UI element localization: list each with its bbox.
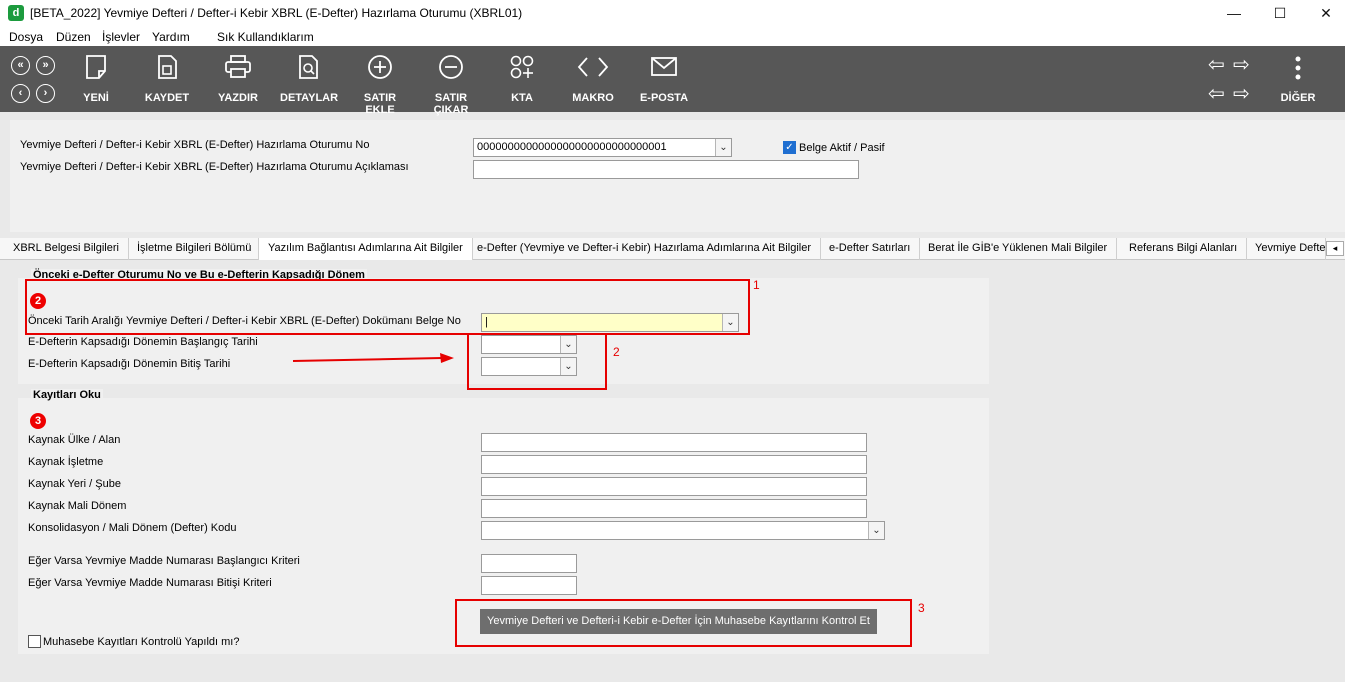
macro-button[interactable]: MAKRO — [566, 46, 620, 112]
annotation-number-3: 3 — [918, 601, 925, 615]
window-title: [BETA_2022] Yevmiye Defteri / Defter-i K… — [30, 6, 523, 20]
other-label: DİĞER — [1280, 92, 1316, 104]
tab-edefter-steps[interactable]: e-Defter (Yevmiye ve Defter-i Kebir) Haz… — [468, 238, 821, 260]
menu-edit[interactable]: Düzen — [56, 30, 91, 44]
new-label: YENİ — [83, 92, 109, 104]
session-desc-label: Yevmiye Defteri / Defter-i Kebir XBRL (E… — [20, 161, 409, 173]
close-button[interactable]: ✕ — [1303, 0, 1345, 26]
session-desc-field[interactable] — [473, 160, 859, 179]
annotation-box-3 — [455, 599, 912, 647]
tab-xbrl-document[interactable]: XBRL Belgesi Bilgileri — [4, 238, 129, 260]
next-page-icon[interactable]: ⇨ — [1233, 84, 1250, 104]
app-icon: d — [8, 5, 24, 21]
kta-label: KTA — [511, 92, 533, 104]
start-date-label: E-Defterin Kapsadığı Dönemin Başlangıç T… — [28, 336, 258, 348]
previous-page-icon[interactable]: ⇦ — [1208, 84, 1225, 104]
tab-edefter-rows[interactable]: e-Defter Satırları — [820, 238, 921, 260]
more-vertical-icon — [1295, 56, 1301, 80]
details-search-icon — [299, 55, 318, 79]
source-country-label: Kaynak Ülke / Alan — [28, 434, 121, 446]
last-page-icon[interactable]: ⇨ — [1233, 55, 1250, 75]
maximize-button[interactable]: ☐ — [1257, 0, 1303, 26]
email-button[interactable]: E-POSTA — [636, 46, 692, 112]
active-label: Belge Aktif / Pasif — [799, 142, 885, 154]
consolidation-code-dropdown-icon[interactable]: ⌄ — [868, 522, 884, 539]
tab-scroll-left-icon[interactable]: ◂ — [1326, 241, 1344, 256]
source-branch-label: Kaynak Yeri / Şube — [28, 478, 121, 490]
tab-reference-fields[interactable]: Referans Bilgi Alanları — [1120, 238, 1248, 260]
menu-file[interactable]: Dosya — [9, 30, 43, 44]
end-date-label: E-Defterin Kapsadığı Dönemin Bitiş Tarih… — [28, 358, 231, 370]
tab-berat-financial[interactable]: Berat İle GİB'e Yüklenen Mali Bilgiler — [919, 238, 1118, 260]
print-button[interactable]: YAZDIR — [214, 46, 262, 112]
end-criteria-label: Eğer Varsa Yevmiye Madde Numarası Bitişi… — [28, 577, 272, 589]
section2-title: Kayıtları Oku — [31, 389, 103, 401]
save-icon — [158, 55, 177, 79]
consolidation-code-label: Konsolidasyon / Mali Dönem (Defter) Kodu — [28, 522, 237, 534]
session-no-label: Yevmiye Defteri / Defter-i Kebir XBRL (E… — [20, 139, 370, 151]
add-row-button[interactable]: SATIR EKLE — [350, 46, 410, 116]
print-label: YAZDIR — [218, 92, 258, 104]
menu-functions[interactable]: İşlevler — [102, 30, 140, 44]
title-bar: d [BETA_2022] Yevmiye Defteri / Defter-i… — [0, 0, 1345, 26]
start-criteria-field[interactable] — [481, 554, 577, 573]
source-period-label: Kaynak Mali Dönem — [28, 500, 127, 512]
code-icon — [577, 57, 609, 77]
tab-software-link[interactable]: Yazılım Bağlantısı Adımlarına Ait Bilgil… — [258, 238, 473, 260]
menu-favorites[interactable]: Sık Kullandıklarım — [217, 30, 314, 44]
start-criteria-label: Eğer Varsa Yevmiye Madde Numarası Başlan… — [28, 555, 300, 567]
save-button[interactable]: KAYDET — [142, 46, 192, 112]
first-record-icon[interactable]: « — [11, 56, 30, 75]
new-document-icon — [86, 55, 106, 79]
add-row-label: SATIR EKLE — [363, 92, 397, 116]
macro-label: MAKRO — [572, 92, 614, 104]
kta-button[interactable]: KTA — [500, 46, 544, 112]
source-country-field[interactable] — [481, 433, 867, 452]
annotation-arrow-icon — [292, 353, 454, 363]
next-record-icon[interactable]: › — [36, 84, 55, 103]
annotation-number-1: 1 — [753, 278, 760, 292]
add-row-icon — [368, 55, 392, 79]
details-label: DETAYLAR — [280, 92, 339, 104]
remove-row-label: SATIR ÇIKAR — [433, 92, 469, 116]
minimize-button[interactable]: — — [1211, 0, 1257, 26]
tab-journal-overflow[interactable]: Yevmiye Defte — [1246, 238, 1326, 260]
email-label: E-POSTA — [639, 92, 689, 104]
printer-icon — [225, 55, 251, 78]
section2-badge: 3 — [30, 413, 46, 429]
remove-row-icon — [439, 55, 463, 79]
remove-row-button[interactable]: SATIR ÇIKAR — [418, 46, 484, 116]
last-record-icon[interactable]: » — [36, 56, 55, 75]
session-no-dropdown-icon[interactable]: ⌄ — [715, 139, 731, 156]
source-company-field[interactable] — [481, 455, 867, 474]
menu-bar: Dosya Düzen İşlevler Yardım Sık Kullandı… — [0, 26, 1345, 46]
kta-icon — [510, 55, 534, 79]
annotation-box-2 — [467, 333, 607, 390]
session-no-value: 0000000000000000000000000000001 — [477, 141, 667, 153]
source-company-label: Kaynak İşletme — [28, 456, 104, 468]
tab-company-info[interactable]: İşletme Bilgileri Bölümü — [128, 238, 262, 260]
mail-icon — [651, 57, 677, 76]
menu-help[interactable]: Yardım — [152, 30, 190, 44]
tab-bar: XBRL Belgesi Bilgileri İşletme Bilgileri… — [0, 238, 1345, 260]
save-label: KAYDET — [144, 92, 190, 104]
source-period-field[interactable] — [481, 499, 867, 518]
other-button[interactable]: DİĞER — [1278, 46, 1318, 112]
new-button[interactable]: YENİ — [74, 46, 118, 112]
consolidation-code-field[interactable] — [481, 521, 885, 540]
previous-record-icon[interactable]: ‹ — [11, 84, 30, 103]
annotation-number-2: 2 — [613, 345, 620, 359]
end-criteria-field[interactable] — [481, 576, 577, 595]
annotation-box-1 — [25, 279, 750, 335]
control-done-label: Muhasebe Kayıtları Kontrolü Yapıldı mı? — [43, 636, 240, 648]
control-done-checkbox[interactable] — [28, 635, 41, 648]
session-no-field[interactable]: 0000000000000000000000000000001 — [473, 138, 732, 157]
details-button[interactable]: DETAYLAR — [280, 46, 338, 112]
toolbar: « » ‹ › YENİ KAYDET YAZDIR DETAYLAR SATI… — [0, 46, 1345, 116]
active-checkbox[interactable]: ✓ — [783, 141, 796, 154]
first-page-icon[interactable]: ⇦ — [1208, 55, 1225, 75]
source-branch-field[interactable] — [481, 477, 867, 496]
